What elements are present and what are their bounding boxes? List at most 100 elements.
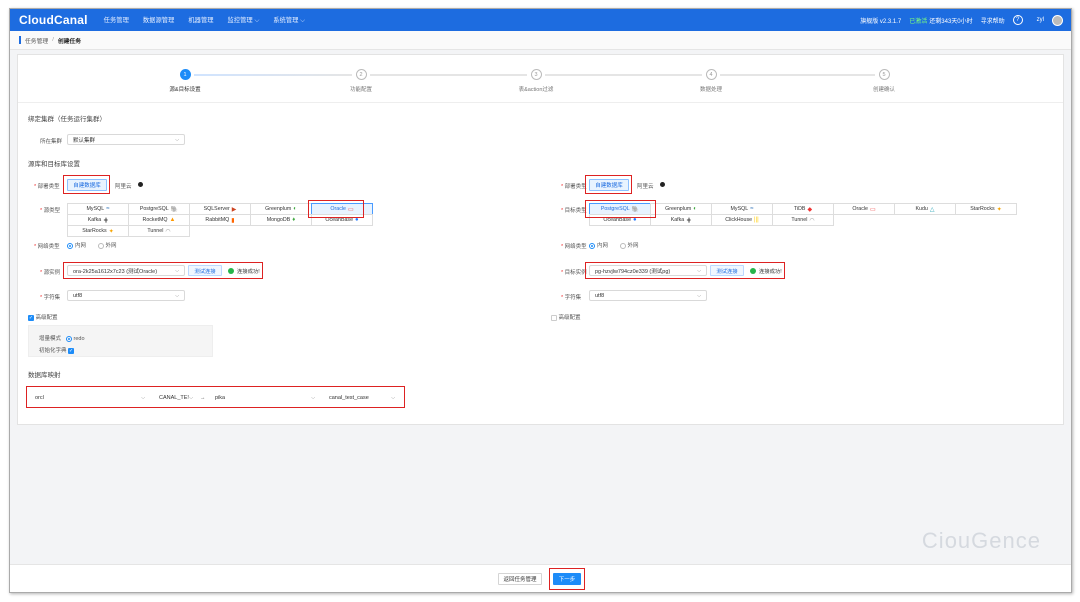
oceanbase-icon: ●	[355, 217, 359, 223]
nav-item-0[interactable]: 任务管理	[104, 17, 129, 24]
db-type-label: Tunnel	[791, 217, 808, 223]
db-type-label: Greenplum	[665, 206, 692, 212]
target-net-label: * 网络类型	[561, 244, 587, 250]
db-type-label: Oracle	[330, 206, 346, 212]
source-mode-value: redo	[73, 336, 85, 342]
tunnel-icon: ◠	[165, 228, 171, 235]
step-number: 5	[878, 69, 890, 80]
breadcrumb-separator: /	[52, 37, 54, 43]
next-step-button[interactable]: 下一步	[553, 573, 581, 585]
source-type-tunnel[interactable]: Tunnel ◠	[128, 225, 190, 237]
source-advanced-toggle[interactable]: ✓ 高级配置	[28, 313, 58, 321]
breadcrumb-parent[interactable]: 任务管理	[25, 36, 48, 45]
nav-item-4[interactable]: 系统管理 ⌵	[273, 17, 305, 24]
clickhouse-icon: |||	[754, 217, 759, 223]
db-type-label: MySQL	[86, 206, 105, 212]
source-deploy-aliyun-tab[interactable]: 阿里云	[115, 182, 132, 190]
source-type-oceanbase[interactable]: OceanBase ●	[311, 214, 373, 226]
source-net-label: * 网络类型	[34, 244, 60, 250]
cluster-select[interactable]: 默认集群 ⌵	[67, 134, 185, 145]
step-number: 4	[705, 69, 717, 80]
target-test-connection-button[interactable]: 测试连接	[710, 265, 744, 276]
mapping-src-db-select[interactable]: orcl ⌵	[30, 392, 150, 403]
mapping-dst-db-select[interactable]: pika ⌵	[210, 392, 320, 403]
target-type-oceanbase[interactable]: OceanBase ●	[589, 214, 651, 226]
mongodb-icon: ♦	[292, 217, 296, 223]
source-net-inner-radio[interactable]	[67, 242, 73, 249]
postgresql-icon: 🐘	[631, 206, 640, 213]
source-init-dict-row: 初始化字典 ✓	[39, 346, 75, 354]
tidb-icon: ◆	[807, 206, 813, 213]
oracle-icon: ▭	[347, 206, 354, 213]
source-test-connection-button[interactable]: 测试连接	[188, 265, 222, 276]
help-icon[interactable]: ?	[1012, 15, 1023, 25]
mapping-dst-schema-select[interactable]: canal_test_case ⌵	[324, 392, 400, 403]
target-deploy-aliyun-tab[interactable]: 阿里云	[637, 182, 654, 190]
chevron-down-icon: ⌵	[175, 267, 179, 274]
nav-item-1[interactable]: 数据源管理	[143, 17, 174, 24]
avatar[interactable]	[1052, 14, 1063, 26]
nav-item-2[interactable]: 机器管理	[188, 17, 213, 24]
db-type-label: OceanBase	[325, 217, 354, 223]
target-connection-ok-text: 连接成功!	[759, 269, 782, 275]
user-name[interactable]: zyl	[1037, 17, 1044, 23]
db-type-label: ClickHouse	[725, 217, 753, 223]
target-type-kafka[interactable]: Kafka ⋕	[650, 214, 712, 226]
target-net-inner-label: 内网	[597, 243, 609, 249]
source-deploy-selfbuilt-tab[interactable]: 自建数据库	[67, 179, 107, 191]
mapping-src-schema-select[interactable]: CANAL_TE! ⌵	[154, 392, 198, 403]
chevron-down-icon: ⌵	[697, 267, 701, 274]
chevron-down-icon: ⌵	[391, 394, 395, 401]
source-type-starrocks[interactable]: StarRocks ✦	[67, 225, 129, 237]
source-type-rabbitmq[interactable]: RabbitMQ ▮	[189, 214, 251, 226]
init-dict-checkbox[interactable]: ✓	[68, 347, 75, 354]
stepper-connector	[545, 74, 702, 76]
breadcrumb-current: 创建任务	[57, 38, 82, 45]
db-type-label: RabbitMQ	[205, 217, 230, 223]
target-net-outer-radio[interactable]	[619, 242, 626, 249]
nav-item-3[interactable]: 监控管理 ⌵	[228, 17, 260, 24]
source-type-mongodb[interactable]: MongoDB ♦	[250, 214, 312, 226]
db-type-label: Kafka	[670, 217, 685, 223]
cluster-label: 所在集群	[40, 139, 63, 145]
target-type-starrocks[interactable]: StarRocks ✦	[955, 203, 1017, 215]
target-charset-select[interactable]: utf8 ⌵	[589, 290, 707, 301]
step-label: 创建确认	[872, 87, 895, 93]
target-type-clickhouse[interactable]: ClickHouse |||	[711, 214, 773, 226]
top-navbar: CloudCanal 任务管理 数据源管理 机器管理 监控管理 ⌵ 系统管理 ⌵ 旗舰版…	[10, 9, 1071, 31]
target-charset-label: * 字符集	[561, 295, 582, 301]
target-type-tunnel[interactable]: Tunnel ◠	[772, 214, 834, 226]
step-number: 1	[179, 69, 191, 80]
source-type-label: * 源类型	[40, 208, 61, 214]
chevron-down-icon: ⌵	[189, 394, 193, 401]
back-to-tasks-button[interactable]: 返回任务管理	[498, 573, 542, 585]
cluster-select-value: 默认集群	[73, 137, 96, 144]
chevron-down-icon: ⌵	[141, 394, 145, 401]
db-type-label: Kudu	[915, 206, 928, 212]
source-connection-status: 连接成功!	[228, 267, 260, 275]
source-charset-label-text: 字符集	[43, 295, 61, 301]
target-net-inner-radio[interactable]	[589, 242, 595, 249]
source-charset-select[interactable]: utf8 ⌵	[67, 290, 185, 301]
target-type-kudu[interactable]: Kudu △	[894, 203, 956, 215]
source-instance-label: * 源实例	[40, 270, 61, 276]
lightbulb-icon	[138, 182, 143, 187]
source-type-label-text: 源类型	[43, 208, 61, 214]
target-deploy-selfbuilt-tab[interactable]: 自建数据库	[589, 179, 629, 191]
kudu-icon: △	[929, 206, 935, 213]
target-advanced-toggle[interactable]: 高级配置	[551, 313, 581, 321]
source-net-outer-radio[interactable]	[97, 242, 104, 249]
breadcrumb-marker	[19, 36, 21, 44]
step-label: 源&目标设置	[169, 87, 201, 93]
source-connection-ok-text: 连接成功!	[237, 269, 260, 275]
app-logo[interactable]: CloudCanal	[19, 13, 88, 27]
mapping-dst-schema-value: canal_test_case	[329, 394, 369, 401]
db-type-label: StarRocks	[82, 228, 107, 234]
help-link[interactable]: 寻求帮助	[981, 16, 1005, 25]
target-type-label-text: 目标类型	[564, 208, 587, 214]
db-type-label: Greenplum	[265, 206, 292, 212]
target-type-oracle[interactable]: Oracle ▭	[833, 203, 895, 215]
target-instance-select[interactable]: pg-hzvjlw794cz0e339 (测试pg) ⌵	[589, 265, 707, 276]
source-mode-radio[interactable]	[65, 335, 72, 342]
source-instance-select[interactable]: ora-2k25a1612x7c23 (测试Oracle) ⌵	[67, 265, 185, 276]
